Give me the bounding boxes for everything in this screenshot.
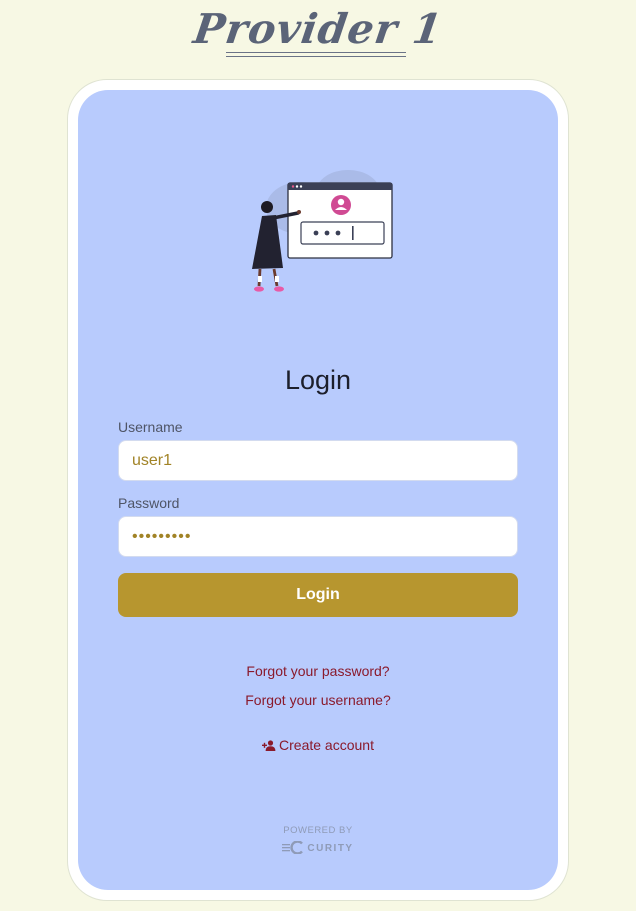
- vendor-name: CURITY: [307, 843, 354, 854]
- password-label: Password: [118, 495, 180, 511]
- add-user-icon: [262, 740, 276, 751]
- forgot-password-link[interactable]: Forgot your password?: [0, 663, 636, 679]
- curity-logo-icon: [282, 840, 304, 855]
- login-button[interactable]: Login: [118, 573, 518, 617]
- create-account-label: Create account: [279, 737, 374, 753]
- login-heading: Login: [284, 365, 352, 395]
- forgot-username-link[interactable]: Forgot your username?: [0, 692, 636, 708]
- login-page: Provider 1 Login Username Password: [0, 0, 636, 911]
- brand-title: Provider 1: [190, 5, 446, 53]
- brand-header: Provider 1: [0, 5, 636, 53]
- vendor-logo: CURITY: [0, 840, 636, 855]
- password-field[interactable]: [118, 516, 518, 557]
- brand-underline-secondary: [226, 56, 406, 57]
- username-label: Username: [118, 419, 183, 435]
- brand-underline: [226, 52, 406, 53]
- powered-by-label: POWERED BY: [283, 825, 353, 836]
- username-field[interactable]: [118, 440, 518, 481]
- login-illustration-icon: [252, 170, 393, 292]
- create-account-link[interactable]: Create account: [0, 737, 636, 753]
